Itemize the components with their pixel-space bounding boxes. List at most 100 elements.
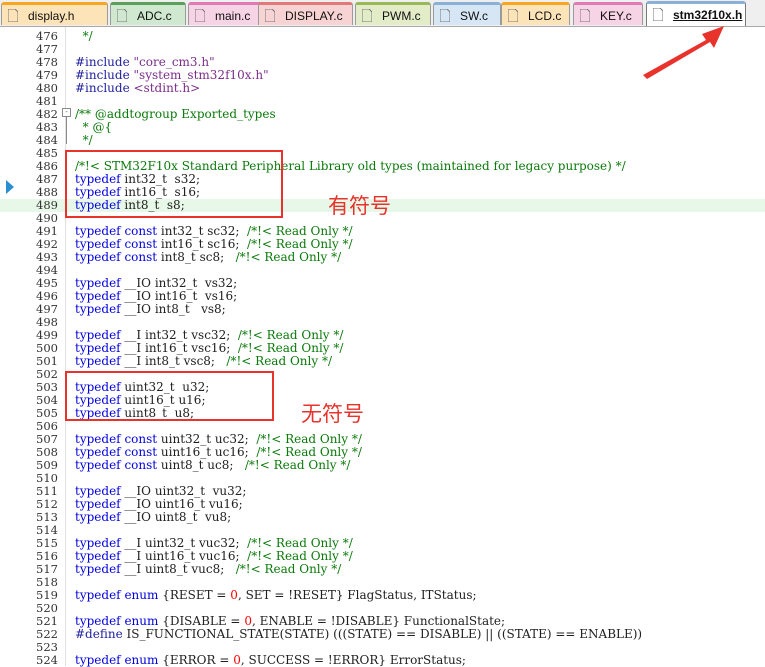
code-token: IS_FUNCTIONAL_STATE(STATE) (((STATE) == … [122, 627, 643, 641]
unsigned-types-highlight-box [65, 371, 274, 421]
signed-annotation: 有符号 [328, 194, 391, 218]
code-token: __I int16_t vsc16; [120, 341, 238, 355]
c-file-icon [117, 9, 127, 22]
code-token: __IO int16_t vs16; [120, 289, 238, 303]
code-token: /** @addtogroup Exported_types [75, 107, 276, 121]
code-line[interactable]: 501 typedef __I int8_t vsc8; /*!< Read On… [0, 355, 765, 368]
tab-adc-c[interactable]: ADC.c [110, 2, 186, 25]
code-token: * @{ [75, 120, 113, 134]
line-code: typedef const uint8_t uc8; /*!< Read Onl… [75, 459, 350, 472]
tab-display-c[interactable]: DISPLAY.c [258, 2, 353, 25]
code-line[interactable]: 519 typedef enum {RESET = 0, SET = !RESET… [0, 589, 765, 602]
code-token: typedef [75, 497, 121, 511]
code-line[interactable]: 513 typedef __IO uint8_t vu8; [0, 511, 765, 524]
c-file-icon [508, 9, 518, 22]
header-file-icon [653, 8, 663, 21]
code-token: __IO int8_t vs8; [120, 302, 226, 316]
code-token: /*!< Read Only */ [247, 237, 353, 251]
code-token: /*!< Read Only */ [235, 250, 342, 264]
code-token: int16_t sc16; [157, 237, 248, 251]
code-token: const [124, 445, 158, 459]
code-token: */ [75, 133, 93, 147]
code-token: uint16_t uc16; [157, 445, 257, 459]
code-token: /*!< Read Only */ [256, 432, 362, 446]
tab-label: main.c [215, 9, 251, 23]
tab-label: display.h [28, 9, 75, 23]
code-token: /*!< Read Only */ [247, 536, 353, 550]
tab-label: PWM.c [382, 9, 421, 23]
code-line[interactable]: 524 typedef enum {ERROR = 0, SUCCESS = !E… [0, 654, 765, 667]
c-file-icon [580, 9, 590, 22]
code-token: typedef [75, 588, 121, 602]
tab-key-c[interactable]: KEY.c [573, 2, 643, 25]
code-token: /*!< Read Only */ [226, 354, 332, 368]
line-code: #define IS_FUNCTIONAL_STATE(STATE) (((ST… [75, 628, 642, 641]
code-token: "system_stm32f10x.h" [133, 68, 269, 82]
code-line[interactable]: 522 #define IS_FUNCTIONAL_STATE(STATE) ((… [0, 628, 765, 641]
c-file-icon [362, 9, 372, 22]
code-token: __IO uint8_t vu8; [120, 510, 232, 524]
code-token: {RESET = [158, 588, 231, 602]
code-token: "core_cm3.h" [133, 55, 215, 69]
code-line[interactable]: 476 */ [0, 30, 765, 43]
code-token: const [124, 224, 158, 238]
code-token: __IO int32_t vs32; [120, 276, 238, 290]
code-token: typedef [75, 276, 121, 290]
code-token: , ENABLE = !DISABLE} FunctionalState; [251, 614, 506, 628]
tab-label: ADC.c [137, 9, 172, 23]
code-token: #include [75, 81, 134, 95]
code-token: /*!< Read Only */ [247, 224, 353, 238]
code-line[interactable]: 483 * @{ [0, 121, 765, 134]
code-token: __IO uint16_t vu16; [120, 497, 243, 511]
code-token: #define [75, 627, 123, 641]
tab-pwm-c[interactable]: PWM.c [355, 2, 431, 25]
code-token: /*!< Read Only */ [237, 341, 344, 355]
line-number: 524 [36, 653, 58, 667]
code-token: typedef [75, 549, 121, 563]
code-token: typedef [75, 484, 121, 498]
code-token: typedef [75, 224, 121, 238]
code-editor[interactable]: - 476 */477 478 #include "core_cm3.h" 479 #i… [0, 27, 765, 667]
code-line[interactable]: 493 typedef const int8_t sc8; /*!< Read O… [0, 251, 765, 264]
code-line[interactable]: 517 typedef __I uint8_t vuc8; /*!< Read O… [0, 563, 765, 576]
code-token: const [124, 250, 158, 264]
code-token: typedef [75, 328, 121, 342]
tab-sw-c[interactable]: SW.c [433, 2, 501, 25]
tab-display-h[interactable]: display.h [1, 2, 108, 25]
code-token: typedef [75, 653, 121, 667]
tab-label: DISPLAY.c [285, 9, 343, 23]
code-token: {ERROR = [158, 653, 234, 667]
line-code: typedef __I int8_t vsc8; /*!< Read Only … [75, 355, 332, 368]
tab-lcd-c[interactable]: LCD.c [501, 2, 570, 25]
code-line[interactable]: 484 */ [0, 134, 765, 147]
unsigned-annotation: 无符号 [301, 402, 364, 426]
code-token: typedef [75, 354, 121, 368]
code-token: int32_t sc32; [157, 224, 248, 238]
code-line[interactable]: 482/** @addtogroup Exported_types [0, 108, 765, 121]
code-token: typedef [75, 237, 121, 251]
code-token: 0 [233, 653, 241, 667]
code-token: typedef [75, 614, 121, 628]
tab-label: LCD.c [528, 9, 562, 23]
code-token: const [124, 458, 158, 472]
code-line[interactable]: 497 typedef __IO int8_t vs8; [0, 303, 765, 316]
tab-stm32f10x-h[interactable]: stm32f10x.h [646, 1, 746, 26]
c-file-icon [440, 9, 450, 22]
code-token: typedef [75, 562, 121, 576]
code-token: __I uint8_t vuc8; [120, 562, 236, 576]
code-token: __I int32_t vsc32; [120, 328, 238, 342]
code-token: uint8_t uc8; [157, 458, 245, 472]
code-line[interactable]: 509 typedef const uint8_t uc8; /*!< Read … [0, 459, 765, 472]
code-token: /*!< Read Only */ [237, 328, 344, 342]
editor-tab-bar: display.h ADC.c main.c DISPLAY.c PWM.c S… [0, 0, 765, 27]
code-token: typedef [75, 445, 121, 459]
code-token: typedef [75, 432, 121, 446]
code-line[interactable]: 480 #include <stdint.h> [0, 82, 765, 95]
code-token: <stdint.h> [133, 81, 201, 95]
code-token: typedef [75, 536, 121, 550]
tab-main-c[interactable]: main.c [188, 2, 268, 25]
code-token: enum [124, 653, 159, 667]
code-token: const [124, 237, 158, 251]
code-token: __I int8_t vsc8; [120, 354, 227, 368]
code-token: enum [124, 614, 159, 628]
